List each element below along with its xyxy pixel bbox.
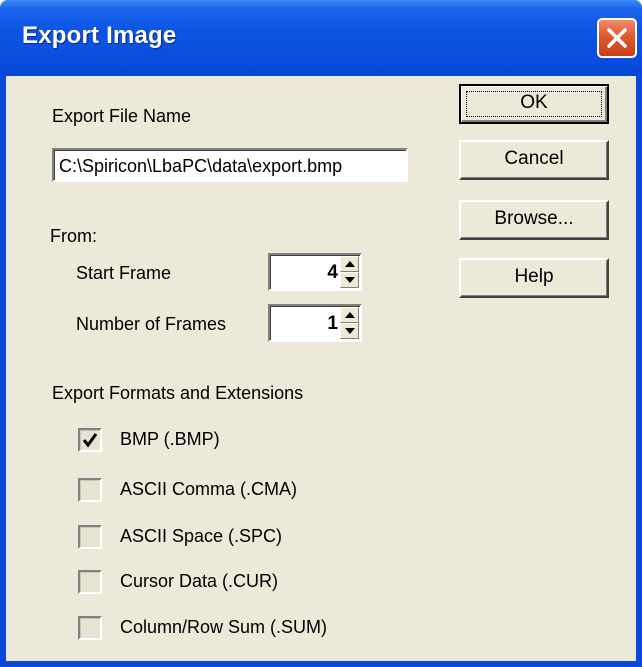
title-bar[interactable]: Export Image [0,0,642,76]
format-sum-checkbox[interactable] [78,616,102,640]
ok-button-label: OK [520,92,548,113]
format-cur-checkbox[interactable] [78,570,102,594]
export-file-name-value: C:\Spiricon\LbaPC\data\export.bmp [59,156,343,176]
spin-up-arrow-icon [345,312,355,318]
format-spc-checkbox[interactable] [78,525,102,549]
format-spc-label[interactable]: ASCII Space (.SPC) [120,526,282,547]
format-cur-label[interactable]: Cursor Data (.CUR) [120,571,278,592]
number-of-frames-label: Number of Frames [76,314,227,334]
checkmark-icon [82,433,98,448]
format-cma-label[interactable]: ASCII Comma (.CMA) [120,479,297,500]
export-file-name-label: Export File Name [52,106,192,126]
browse-button-label: Browse... [494,208,574,229]
close-icon [607,28,627,48]
spin-down-arrow-icon [345,277,355,283]
help-button[interactable]: Help [459,258,609,298]
cancel-button-label: Cancel [504,148,564,169]
help-button-label: Help [514,266,554,287]
format-sum-label[interactable]: Column/Row Sum (.SUM) [120,617,327,638]
export-image-dialog: Export Image Export File Name C:\Spirico… [0,0,642,667]
number-of-frames-value: 1 [327,313,338,334]
dialog-body: Export File Name C:\Spiricon\LbaPC\data\… [6,76,636,661]
format-bmp-checkbox[interactable] [78,428,102,452]
spin-down-arrow-icon [345,328,355,334]
start-frame-label: Start Frame [76,263,172,283]
format-bmp-label[interactable]: BMP (.BMP) [120,429,220,450]
start-frame-spinner[interactable]: 4 [268,253,362,291]
spin-up-arrow-icon [345,261,355,267]
number-of-frames-spin-up[interactable] [340,307,359,323]
cancel-button[interactable]: Cancel [459,140,609,180]
browse-button[interactable]: Browse... [459,200,609,240]
export-formats-label: Export Formats and Extensions [52,383,304,403]
window-title: Export Image [22,22,177,49]
number-of-frames-spinner[interactable]: 1 [268,304,362,342]
start-frame-spin-up[interactable] [340,256,359,272]
export-file-name-input[interactable]: C:\Spiricon\LbaPC\data\export.bmp [52,148,408,182]
close-button[interactable] [597,18,637,58]
number-of-frames-spin-buttons [340,307,359,339]
start-frame-spin-down[interactable] [340,272,359,288]
format-cma-checkbox[interactable] [78,478,102,502]
start-frame-value: 4 [327,262,338,283]
start-frame-spin-buttons [340,256,359,288]
number-of-frames-spin-down[interactable] [340,323,359,339]
from-label: From: [50,226,97,246]
ok-button[interactable]: OK [459,84,609,124]
